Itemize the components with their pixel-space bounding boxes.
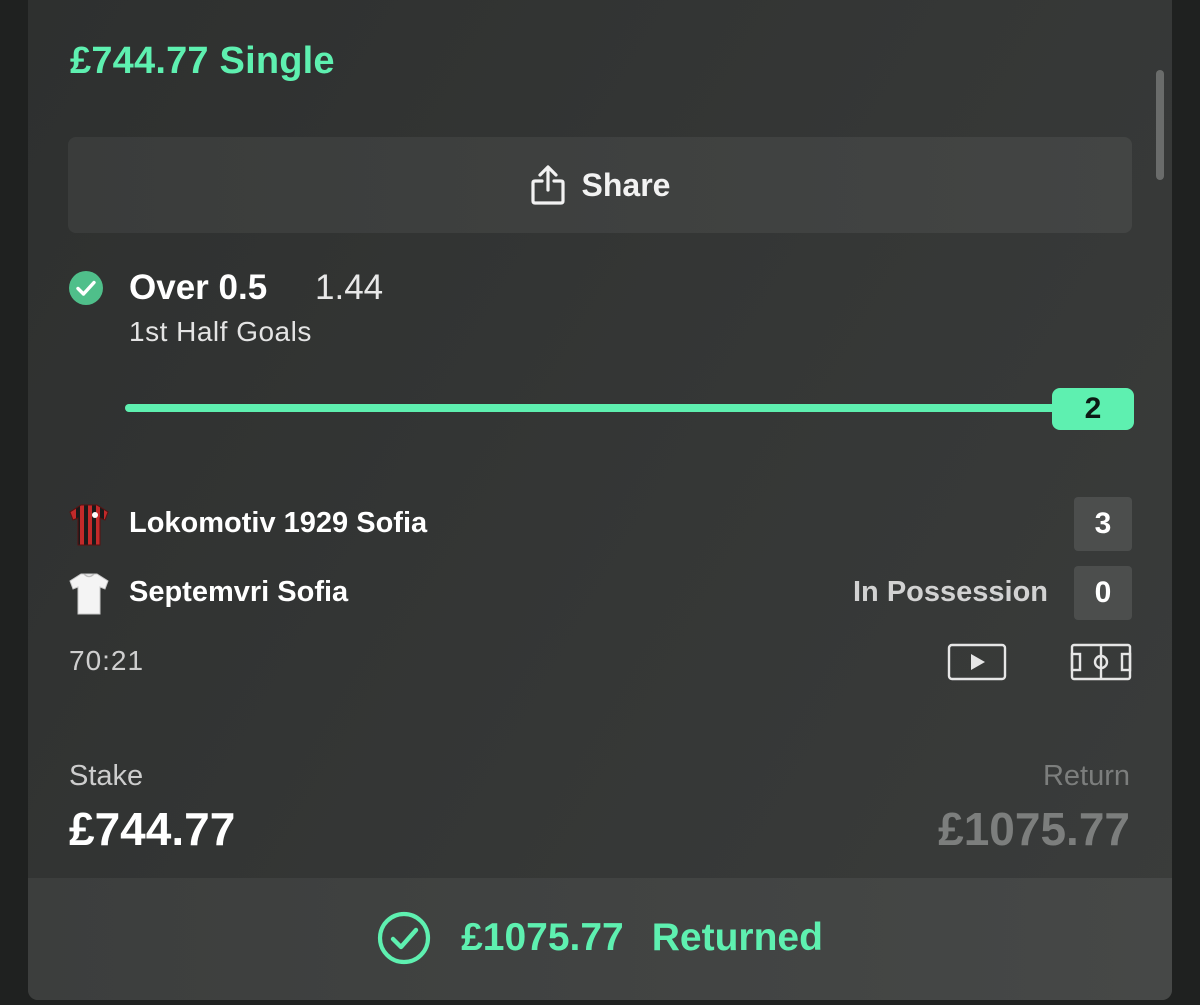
share-icon	[530, 165, 565, 205]
away-team-row: Septemvri Sofia In Possession 0	[68, 566, 1132, 620]
play-video-icon[interactable]	[947, 643, 1007, 681]
selection-odds: 1.44	[315, 268, 384, 307]
home-team-name: Lokomotiv 1929 Sofia	[129, 507, 428, 539]
check-circle-outline-icon	[377, 911, 431, 965]
returned-label: Returned	[651, 916, 823, 959]
share-button[interactable]: Share	[68, 137, 1132, 233]
return-value: £1075.77	[938, 803, 1130, 855]
returned-banner: £1075.77 Returned	[28, 878, 1172, 1000]
stake-label: Stake	[69, 760, 144, 792]
return-label: Return	[1042, 760, 1130, 792]
possession-indicator: In Possession	[852, 576, 1048, 608]
goals-progress-track	[125, 404, 1065, 412]
selection-market: 1st Half Goals	[129, 316, 312, 347]
white-shirt-icon	[69, 573, 109, 615]
away-team-name: Septemvri Sofia	[129, 576, 349, 608]
bet-title: £744.77 Single	[70, 40, 335, 82]
share-label: Share	[581, 166, 671, 203]
match-clock: 70:21	[69, 645, 145, 676]
bet-card: £744.77 Single Share Over 0.5 1.44 1st H…	[28, 0, 1172, 1000]
bet-detail-screen: £744.77 Single Share Over 0.5 1.44 1st H…	[0, 0, 1200, 1005]
goals-progress-badge: 2	[1052, 388, 1134, 430]
stake-value: £744.77	[69, 803, 236, 855]
selection-name: Over 0.5	[129, 268, 268, 307]
red-black-striped-shirt-icon	[69, 504, 109, 546]
goals-progress-fill	[125, 404, 1065, 412]
returned-amount: £1075.77	[461, 916, 624, 959]
returned-content: £1075.77 Returned	[377, 911, 823, 965]
home-team-row: Lokomotiv 1929 Sofia 3	[68, 497, 1132, 551]
check-circle-icon	[69, 271, 103, 305]
away-score: 0	[1074, 566, 1132, 620]
scrollbar[interactable]	[1156, 70, 1164, 180]
pitch-view-icon[interactable]	[1070, 643, 1132, 681]
home-score: 3	[1074, 497, 1132, 551]
